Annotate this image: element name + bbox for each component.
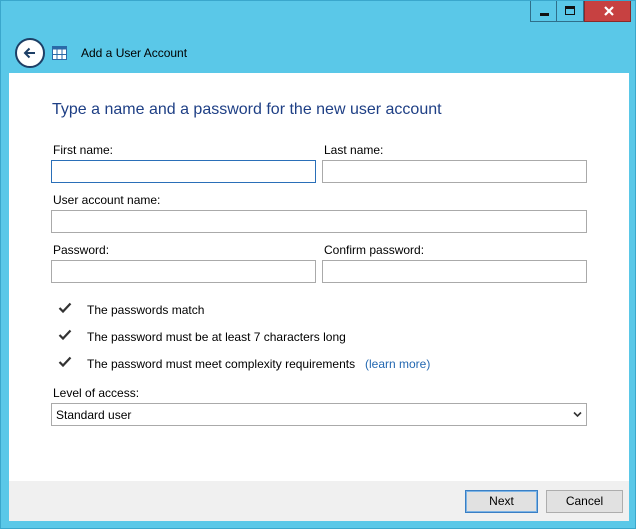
content-panel: Type a name and a password for the new u… (9, 73, 629, 521)
access-level-select[interactable]: Standard user (51, 403, 587, 426)
account-name-field[interactable] (51, 210, 587, 233)
close-button[interactable] (584, 1, 631, 22)
first-name-field[interactable] (51, 160, 316, 183)
back-arrow-icon (23, 47, 35, 59)
minimize-icon (540, 13, 549, 16)
add-user-account-window: Add a User Account Type a name and a pas… (0, 0, 636, 529)
password-label: Password: (53, 243, 110, 257)
last-name-field[interactable] (322, 160, 587, 183)
confirm-password-label: Confirm password: (324, 243, 425, 257)
window-title: Add a User Account (81, 46, 188, 60)
chevron-down-icon (573, 411, 582, 418)
minimize-button[interactable] (530, 1, 557, 22)
page-heading: Type a name and a password for the new u… (52, 101, 442, 118)
close-icon (604, 6, 614, 16)
back-button[interactable] (15, 38, 45, 68)
cancel-button[interactable]: Cancel (546, 490, 623, 513)
requirement-min-length: The password must be at least 7 characte… (87, 330, 346, 344)
maximize-button[interactable] (557, 1, 584, 22)
requirement-passwords-match: The passwords match (87, 303, 205, 317)
learn-more-link[interactable]: (learn more) (365, 357, 430, 371)
confirm-password-field[interactable] (322, 260, 587, 283)
checkmark-icon (58, 329, 72, 341)
next-button[interactable]: Next (465, 490, 538, 513)
account-name-label: User account name: (53, 193, 161, 207)
checkmark-icon (58, 356, 72, 368)
first-name-label: First name: (53, 143, 114, 157)
checkmark-icon (58, 302, 72, 314)
requirement-complexity: The password must meet complexity requir… (87, 357, 356, 371)
access-level-label: Level of access: (53, 386, 140, 400)
last-name-label: Last name: (324, 143, 384, 157)
control-panel-icon (52, 46, 67, 60)
access-level-value: Standard user (56, 408, 132, 422)
maximize-icon (565, 6, 575, 15)
password-field[interactable] (51, 260, 316, 283)
